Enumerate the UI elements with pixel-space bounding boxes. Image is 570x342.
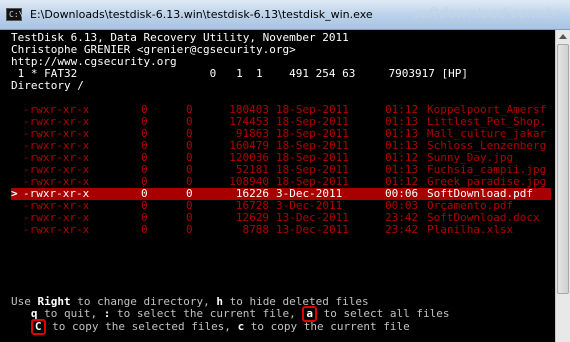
file-time: 23:42 [385,223,419,236]
window-title: E:\Downloads\testdisk-6.13.win\testdisk-… [30,8,373,21]
selection-cursor: > [11,187,18,200]
file-size: 8788 [242,223,270,236]
scroll-up-arrow-icon[interactable] [559,34,567,39]
console-left-border [0,30,7,342]
file-row[interactable]: -rwxr-xr-x 0 0 8788 13-Dec-2011 23:42 Planilha… [11,224,551,236]
vertical-scrollbar[interactable] [555,30,570,342]
watermark-text: softdownload.com.br [412,6,560,22]
key-C-highlight: C [30,319,46,335]
help-line-2: q to quit, : to select the current file,… [30,306,450,322]
console-area[interactable]: TestDisk 6.13, Data Recovery Utility, No… [7,30,555,342]
directory-line: Directory / [11,79,84,92]
help-line-3: C to copy the selected files, c to copy … [11,319,410,335]
file-permissions: -rwxr-xr-x [23,223,90,236]
file-date: 13-Dec-2011 [276,223,349,236]
window-titlebar[interactable]: C:\ E:\Downloads\testdisk-6.13.win\testd… [0,0,570,30]
file-gid: 0 [186,223,193,236]
console-app-icon: C:\ [6,8,23,21]
scrollbar-thumb[interactable] [557,44,569,294]
file-name: Planilha.xlsx [427,223,514,236]
file-uid: 0 [141,223,148,236]
